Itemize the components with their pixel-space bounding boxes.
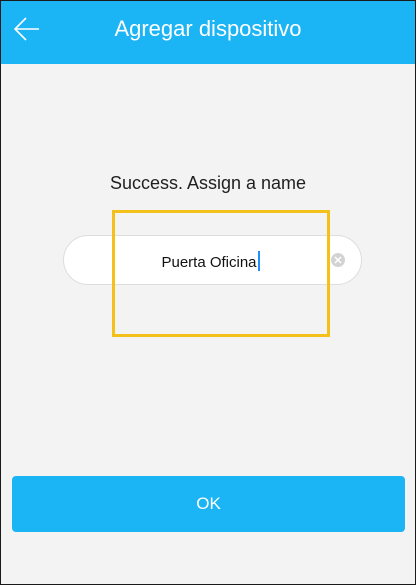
device-name-value: Puerta Oficina: [161, 254, 257, 271]
page-title: Agregar dispositivo: [114, 16, 302, 41]
device-name-input[interactable]: Puerta Oficina: [63, 235, 362, 285]
clear-input-button[interactable]: [331, 253, 345, 267]
success-message: Success. Assign a name: [109, 173, 307, 193]
clear-circle-icon: [334, 256, 342, 264]
ok-button-label: OK: [196, 494, 221, 513]
app-bar: Agregar dispositivo: [1, 1, 415, 64]
app-screen: Agregar dispositivo Success. Assign a na…: [0, 0, 416, 585]
ok-button[interactable]: OK: [12, 476, 405, 532]
text-cursor: [257, 251, 260, 271]
